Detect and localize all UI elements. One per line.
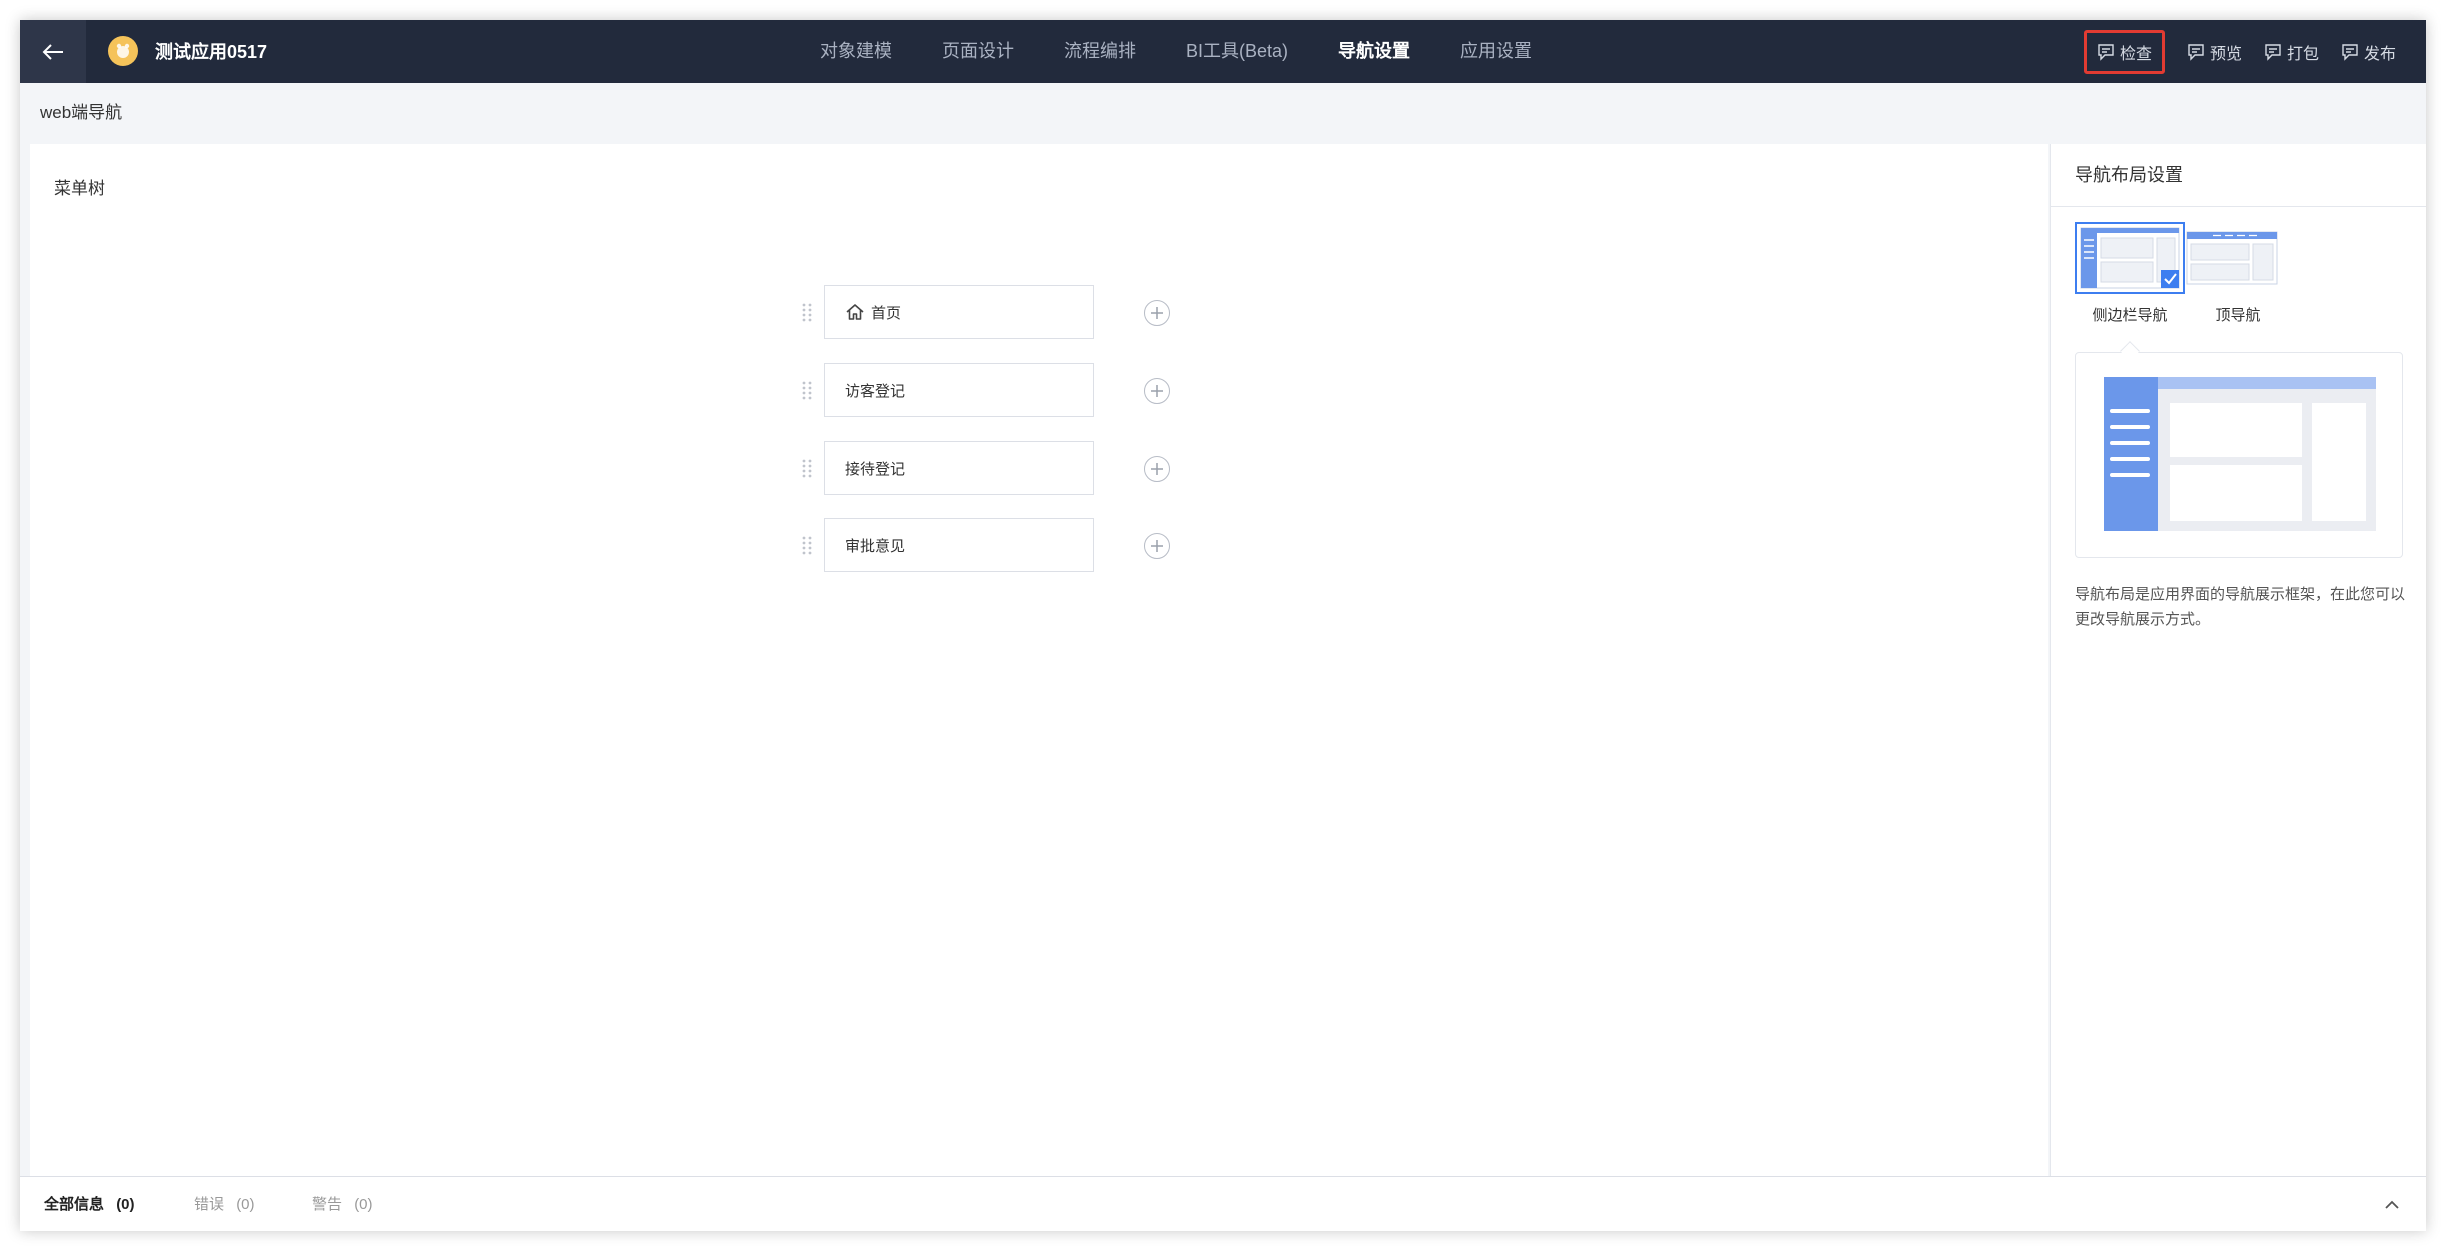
status-tab-count: (0) [116,1196,135,1213]
preview-label: 预览 [2209,45,2242,63]
status-tab-label: 全部信息 [44,1196,105,1213]
menu-tree-canvas: 菜单树 首页 访客登记 接待登记 审批意见 [30,144,2048,1176]
tab-app-settings[interactable]: 应用设置 [1460,20,1532,83]
drag-handle-icon[interactable] [800,302,814,322]
status-tab-count: (0) [236,1196,255,1213]
plus-icon [1151,385,1163,397]
menu-tree-title: 菜单树 [54,179,105,198]
menu-item-approval-comments[interactable]: 审批意见 [824,518,1094,572]
publish-doc-icon [2342,43,2358,61]
top-bar: 测试应用0517 对象建模 页面设计 流程编排 BI工具(Beta) 导航设置 … [20,20,2426,83]
tab-bi-tools[interactable]: BI工具(Beta) [1186,20,1288,83]
preview-button[interactable]: 预览 [2187,30,2242,74]
package-doc-icon [2265,43,2281,61]
plus-icon [1151,307,1163,319]
package-label: 打包 [2286,45,2319,63]
menu-item-label: 审批意见 [845,537,906,555]
add-child-button[interactable] [1144,378,1170,404]
package-button[interactable]: 打包 [2264,30,2319,74]
layout-option-sidebar-label: 侧边栏导航 [2092,307,2168,324]
home-icon [846,304,864,320]
add-child-button[interactable] [1144,456,1170,482]
layout-option-topnav[interactable] [2183,222,2293,294]
menu-item-label: 首页 [871,304,902,322]
layout-option-topnav-label: 顶导航 [2215,307,2261,324]
main-tabs: 对象建模 页面设计 流程编排 BI工具(Beta) 导航设置 应用设置 [820,20,1582,83]
layout-preview [2075,352,2403,558]
menu-item-home[interactable]: 首页 [824,285,1094,339]
menu-item-reception-registration[interactable]: 接待登记 [824,441,1094,495]
drag-handle-icon[interactable] [800,380,814,400]
tab-object-modeling[interactable]: 对象建模 [820,20,892,83]
menu-item-visitor-registration[interactable]: 访客登记 [824,363,1094,417]
check-button[interactable]: 检查 [2083,29,2165,74]
layout-panel-title: 导航布局设置 [2075,165,2183,185]
sidebar-layout-preview-illustration [2104,377,2376,531]
toolbar-actions: 检查 预览 打包 发布 [2062,20,2396,83]
plus-icon [1151,540,1163,552]
menu-item-label: 接待登记 [845,460,906,478]
check-label: 检查 [2119,45,2152,63]
status-tab-count: (0) [354,1196,373,1213]
back-button[interactable] [20,20,86,83]
tab-process-orchestration[interactable]: 流程编排 [1064,20,1136,83]
status-tab-label: 警告 [312,1196,343,1213]
plus-icon [1151,463,1163,475]
status-tab-label: 错误 [194,1196,225,1213]
arrow-left-icon [42,43,63,60]
check-doc-icon [2098,43,2114,61]
tab-page-design[interactable]: 页面设计 [942,20,1014,83]
status-bar: 全部信息 (0) 错误 (0) 警告 (0) [20,1176,2426,1231]
status-tab-errors[interactable]: 错误 (0) [194,1177,255,1231]
sidebar-layout-icon [2080,227,2180,289]
drag-handle-icon[interactable] [800,458,814,478]
topnav-layout-icon [2186,231,2278,285]
layout-settings-panel: 导航布局设置 侧边栏导航 顶导航 导航布局是应用界面的导航展示框架，在此您可以更… [2050,144,2426,1176]
drag-handle-icon[interactable] [800,535,814,555]
preview-doc-icon [2188,43,2204,61]
layout-description: 导航布局是应用界面的导航展示框架，在此您可以更改导航展示方式。 [2075,586,2406,628]
divider [2051,206,2426,207]
publish-label: 发布 [2363,45,2396,63]
status-tab-warnings[interactable]: 警告 (0) [312,1177,373,1231]
layout-option-sidebar[interactable] [2075,222,2185,294]
tab-navigation-settings[interactable]: 导航设置 [1338,20,1410,83]
app-avatar-icon [108,36,138,66]
menu-item-label: 访客登记 [845,382,906,400]
app-window: 测试应用0517 对象建模 页面设计 流程编排 BI工具(Beta) 导航设置 … [20,20,2426,1231]
status-tab-all[interactable]: 全部信息 (0) [44,1177,135,1231]
page-title: web端导航 [20,83,2426,143]
app-name: 测试应用0517 [155,42,268,62]
publish-button[interactable]: 发布 [2341,30,2396,74]
add-child-button[interactable] [1144,300,1170,326]
add-child-button[interactable] [1144,533,1170,559]
chevron-up-icon[interactable] [2382,1195,2402,1215]
